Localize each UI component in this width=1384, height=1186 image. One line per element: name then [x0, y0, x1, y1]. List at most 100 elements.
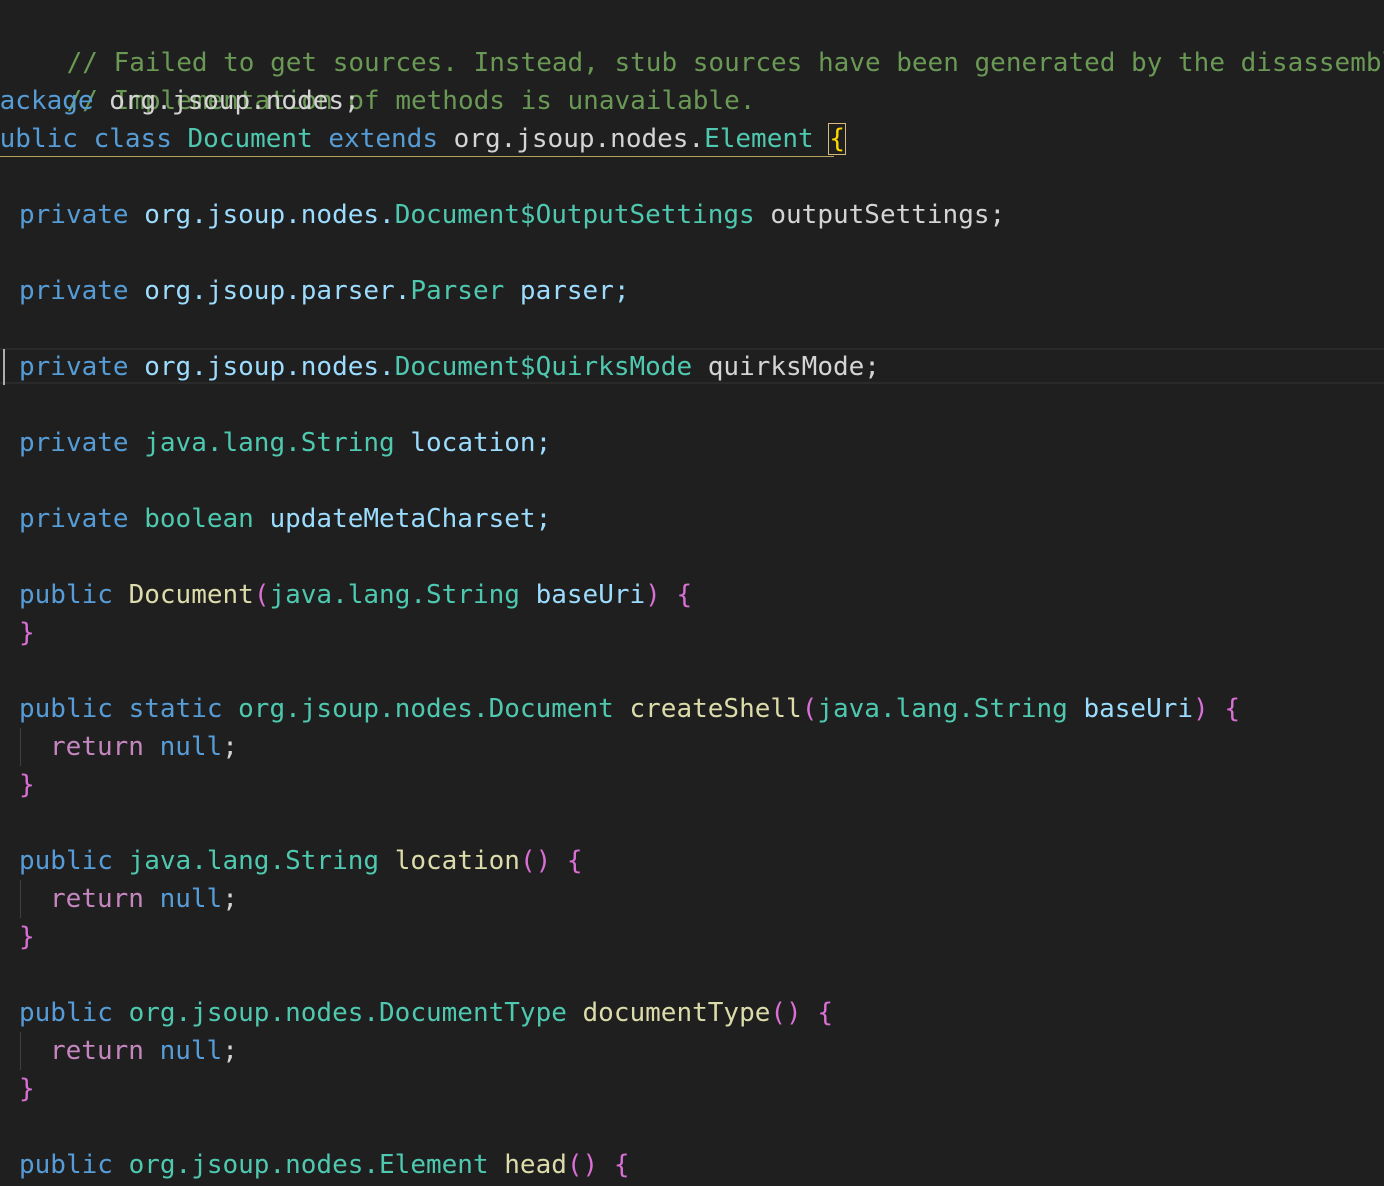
- type-name: Parser: [410, 276, 505, 306]
- extends-keyword: extends: [328, 124, 438, 154]
- close-paren: ): [1193, 694, 1209, 724]
- param-name: baseUri: [1083, 694, 1194, 724]
- type-name: boolean: [144, 504, 254, 534]
- method-close-brace: }: [19, 770, 35, 800]
- code-line-method-location[interactable]: public java.lang.String location() {: [19, 842, 583, 880]
- return-keyword: return: [50, 1036, 144, 1066]
- method-open-brace: {: [566, 846, 583, 876]
- return-type-package: org.jsoup.nodes.: [128, 998, 380, 1028]
- null-keyword: null: [159, 1036, 223, 1066]
- text-cursor: [3, 349, 5, 385]
- type-package: org.jsoup.nodes.: [144, 352, 395, 382]
- code-line-method-close[interactable]: }: [19, 918, 35, 956]
- indent-guide: [20, 728, 21, 766]
- open-paren: (: [566, 1150, 583, 1180]
- method-name: documentType: [582, 998, 771, 1028]
- code-line-method-close[interactable]: }: [19, 1070, 35, 1108]
- private-keyword: private: [19, 200, 129, 230]
- code-line-field-quirksmode[interactable]: private org.jsoup.nodes.Document$QuirksM…: [19, 348, 880, 386]
- return-type: Document: [488, 694, 614, 724]
- type-package: org.jsoup.nodes.: [144, 200, 395, 230]
- code-line-comment-2[interactable]: // Implementation of methods is unavaila…: [4, 44, 756, 116]
- code-line-field-parser[interactable]: private org.jsoup.parser.Parser parser;: [19, 272, 630, 310]
- code-line-constructor-close[interactable]: }: [19, 614, 35, 652]
- param-name: baseUri: [535, 580, 646, 610]
- close-paren: ): [645, 580, 661, 610]
- code-line-return[interactable]: return null;: [50, 728, 238, 766]
- package-keyword: package: [0, 86, 94, 116]
- method-name: location: [394, 846, 520, 876]
- close-paren: ): [786, 998, 802, 1028]
- return-keyword: return: [50, 732, 144, 762]
- code-line-class-declaration[interactable]: public class Document extends org.jsoup.…: [0, 120, 846, 158]
- code-line-package[interactable]: package org.jsoup.nodes;: [0, 82, 360, 120]
- return-keyword: return: [50, 884, 144, 914]
- null-keyword: null: [159, 732, 223, 762]
- superclass-name: Element: [704, 124, 814, 154]
- return-type: String: [285, 846, 380, 876]
- constructor-name: Document: [128, 580, 254, 610]
- field-name: outputSettings;: [770, 200, 1006, 230]
- class-keyword: class: [93, 124, 172, 154]
- private-keyword: private: [19, 276, 129, 306]
- param-type: String: [426, 580, 520, 610]
- public-keyword: public: [19, 846, 113, 876]
- public-keyword: public: [19, 998, 113, 1028]
- code-line-field-updatemetacharset[interactable]: private boolean updateMetaCharset;: [19, 500, 551, 538]
- public-keyword: public: [0, 124, 78, 154]
- indent-guide: [20, 1032, 21, 1070]
- field-name: updateMetaCharset;: [269, 504, 552, 534]
- open-paren: (: [519, 846, 536, 876]
- semicolon: ;: [222, 884, 238, 914]
- code-line-method-documenttype[interactable]: public org.jsoup.nodes.DocumentType docu…: [19, 994, 833, 1032]
- method-open-brace: {: [613, 1150, 630, 1180]
- close-paren: ): [582, 1150, 599, 1180]
- private-keyword: private: [19, 428, 129, 458]
- code-line-method-head[interactable]: public org.jsoup.nodes.Element head() {: [19, 1146, 630, 1184]
- return-type-package: java.lang.: [128, 846, 286, 876]
- semicolon: ;: [222, 732, 238, 762]
- param-type-package: java.lang.: [817, 694, 974, 724]
- code-line-comment-1[interactable]: // Failed to get sources. Instead, stub …: [4, 6, 1384, 78]
- type-package: java.lang.: [144, 428, 301, 458]
- private-keyword: private: [19, 352, 129, 382]
- package-name: org.jsoup.nodes;: [109, 86, 360, 116]
- superclass-package: org.jsoup.nodes.: [453, 124, 705, 154]
- field-name: quirksMode;: [707, 352, 880, 382]
- method-open-brace: {: [676, 580, 693, 610]
- field-name: location;: [410, 428, 552, 458]
- code-line-constructor[interactable]: public Document(java.lang.String baseUri…: [19, 576, 692, 614]
- code-line-return[interactable]: return null;: [50, 880, 238, 918]
- open-paren: (: [801, 694, 818, 724]
- type-package: org.jsoup.parser.: [144, 276, 411, 306]
- return-type: Element: [379, 1150, 489, 1180]
- return-type-package: org.jsoup.nodes.: [238, 694, 489, 724]
- code-editor[interactable]: // Failed to get sources. Instead, stub …: [0, 0, 1384, 1186]
- null-keyword: null: [159, 884, 223, 914]
- indent-guide: [20, 880, 21, 918]
- public-keyword: public: [19, 1150, 113, 1180]
- code-line-method-close[interactable]: }: [19, 766, 35, 804]
- open-paren: (: [253, 580, 270, 610]
- field-name: parser;: [519, 276, 630, 306]
- public-keyword: public: [19, 580, 113, 610]
- method-open-brace: {: [1224, 694, 1241, 724]
- code-line-method-createshell[interactable]: public static org.jsoup.nodes.Document c…: [19, 690, 1240, 728]
- method-close-brace: }: [19, 1074, 35, 1104]
- type-name: String: [300, 428, 395, 458]
- class-open-brace: {: [828, 123, 846, 155]
- code-line-field-outputsettings[interactable]: private org.jsoup.nodes.Document$OutputS…: [19, 196, 1005, 234]
- return-type: DocumentType: [379, 998, 567, 1028]
- method-name: createShell: [629, 694, 802, 724]
- open-paren: (: [770, 998, 787, 1028]
- param-type-package: java.lang.: [269, 580, 427, 610]
- type-name: Document$QuirksMode: [394, 352, 693, 382]
- type-name: Document$OutputSettings: [394, 200, 755, 230]
- method-name: head: [504, 1150, 567, 1180]
- method-close-brace: }: [19, 618, 35, 648]
- code-line-return[interactable]: return null;: [50, 1032, 238, 1070]
- code-line-field-location[interactable]: private java.lang.String location;: [19, 424, 551, 462]
- close-paren: ): [535, 846, 552, 876]
- class-name: Document: [187, 124, 313, 154]
- private-keyword: private: [19, 504, 129, 534]
